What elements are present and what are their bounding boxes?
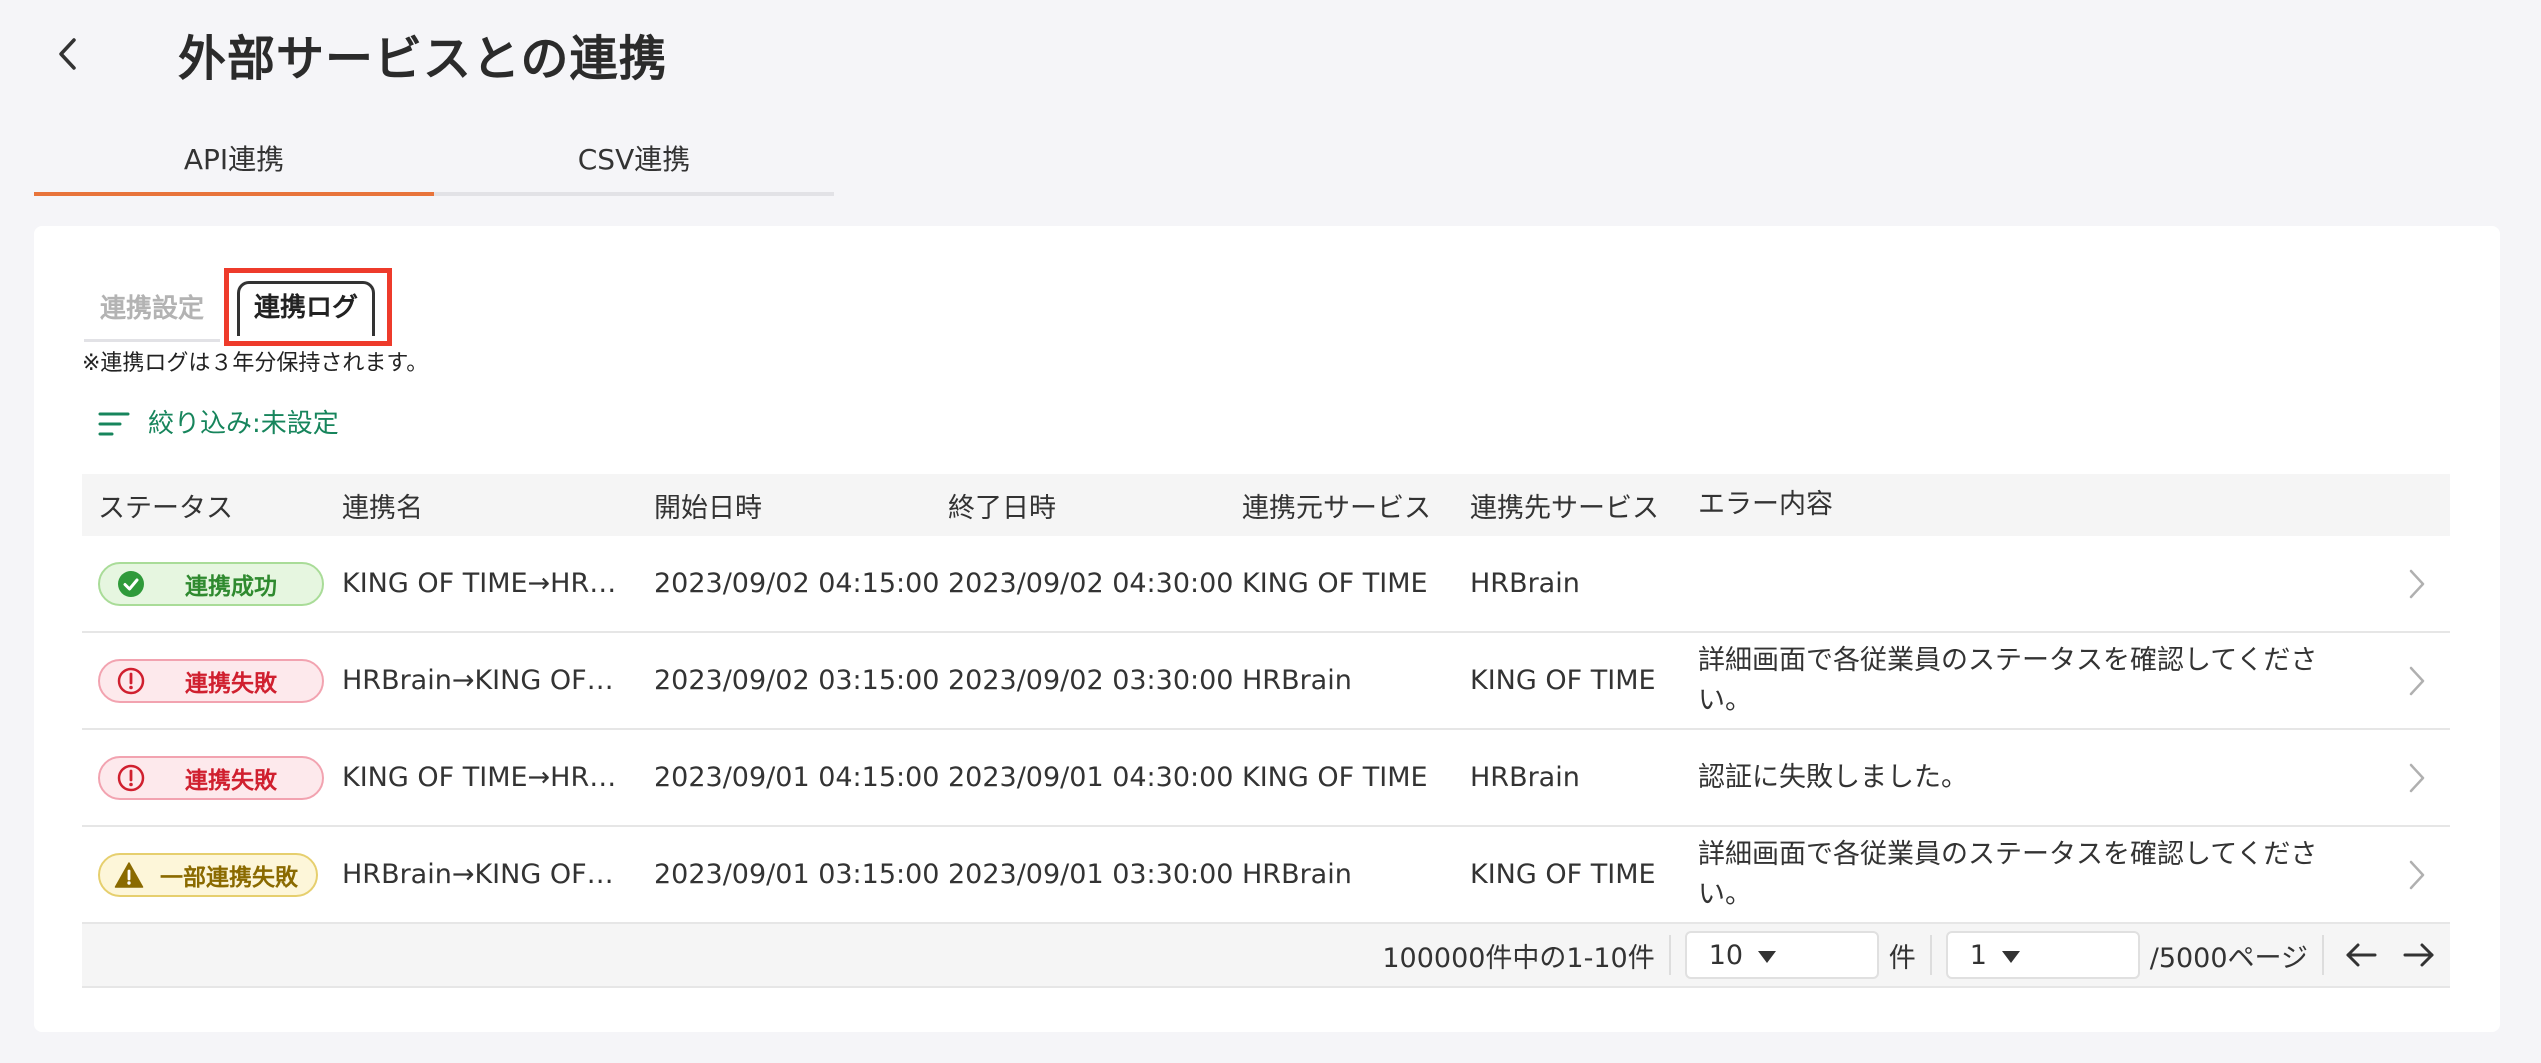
status-badge: 一部連携失敗	[98, 852, 318, 897]
log-table: ステータス 連携名 開始日時 終了日時 連携元サービス 連携先サービス エラー内…	[82, 474, 2450, 988]
col-status: ステータス	[98, 492, 233, 524]
row-start: 2023/09/01 04:15:00	[654, 762, 940, 793]
chevron-right-icon	[2409, 860, 2425, 889]
chevron-right-icon	[2409, 666, 2425, 695]
per-page-select[interactable]: 10	[1684, 931, 1879, 979]
tab-csv[interactable]: CSV連携	[434, 128, 834, 192]
table-row[interactable]: 連携成功 KING OF TIME→HR… 2023/09/02 04:15:0…	[82, 536, 2450, 633]
alert-circle-icon	[116, 666, 146, 696]
col-end: 終了日時	[948, 492, 1056, 524]
sub-tab-settings[interactable]: 連携設定	[84, 289, 221, 342]
tab-api[interactable]: API連携	[34, 128, 434, 196]
main-tab-bar: API連携 CSV連携	[34, 128, 834, 196]
filter-label: 絞り込み:未設定	[148, 409, 339, 439]
pagination-summary: 100000件中の1-10件	[1382, 942, 1655, 974]
page-title: 外部サービスとの連携	[178, 31, 668, 87]
pagination-bar: 100000件中の1-10件 10 件 1 /5000ページ	[82, 924, 2450, 988]
table-header: ステータス 連携名 開始日時 終了日時 連携元サービス 連携先サービス エラー内…	[82, 474, 2450, 536]
row-destination: KING OF TIME	[1470, 665, 1656, 696]
chevron-right-icon	[2409, 763, 2425, 792]
page-total: /5000ページ	[2149, 942, 2308, 974]
caret-down-icon	[2001, 940, 2021, 971]
row-start: 2023/09/01 03:15:00	[654, 859, 940, 890]
col-name: 連携名	[342, 492, 423, 524]
row-source: KING OF TIME	[1242, 568, 1428, 599]
row-end: 2023/09/02 04:30:00	[948, 568, 1234, 599]
row-end: 2023/09/01 04:30:00	[948, 762, 1234, 793]
status-badge: 連携失敗	[98, 755, 324, 800]
row-end: 2023/09/02 03:30:00	[948, 665, 1234, 696]
row-end: 2023/09/01 03:30:00	[948, 859, 1234, 890]
chevron-left-icon	[59, 38, 76, 70]
highlight-box: 連携ログ	[224, 268, 393, 346]
col-destination: 連携先サービス	[1470, 492, 1659, 524]
status-badge: 連携失敗	[98, 658, 324, 703]
arrow-left-icon	[2346, 943, 2377, 967]
alert-circle-icon	[116, 763, 146, 793]
row-name: KING OF TIME→HR…	[342, 762, 617, 793]
filter-button[interactable]: 絞り込み:未設定	[98, 406, 339, 442]
row-name: KING OF TIME→HR…	[342, 568, 617, 599]
table-row[interactable]: 一部連携失敗 HRBrain→KING OF… 2023/09/01 03:15…	[82, 827, 2450, 924]
page-select[interactable]: 1	[1945, 931, 2140, 979]
check-circle-icon	[116, 569, 146, 599]
next-page-button[interactable]	[2396, 932, 2442, 978]
filter-icon	[98, 412, 130, 436]
table-row[interactable]: 連携失敗 KING OF TIME→HR… 2023/09/01 04:15:0…	[82, 730, 2450, 827]
caret-down-icon	[1757, 940, 1777, 971]
per-page-unit: 件	[1888, 942, 1916, 974]
row-destination: HRBrain	[1470, 568, 1580, 599]
row-source: HRBrain	[1242, 859, 1352, 890]
row-error: 認証に失敗しました。	[1698, 761, 1968, 793]
row-start: 2023/09/02 04:15:00	[654, 568, 940, 599]
row-name: HRBrain→KING OF…	[342, 859, 614, 890]
col-start: 開始日時	[654, 492, 762, 524]
row-source: KING OF TIME	[1242, 762, 1428, 793]
row-destination: HRBrain	[1470, 762, 1580, 793]
row-error: 詳細画面で各従業員のステータスを確認してください。	[1698, 644, 2318, 716]
sub-tab-bar: 連携設定 連携ログ	[84, 268, 393, 346]
chevron-right-icon	[2409, 569, 2425, 598]
arrow-right-icon	[2403, 943, 2434, 967]
retention-note: ※連携ログは３年分保持されます。	[82, 351, 429, 376]
col-source: 連携元サービス	[1242, 492, 1431, 524]
row-source: HRBrain	[1242, 665, 1352, 696]
back-button[interactable]	[48, 34, 88, 74]
col-error: エラー内容	[1698, 489, 1833, 520]
content-card: 連携設定 連携ログ ※連携ログは３年分保持されます。 絞り込み:未設定 ステータ…	[34, 226, 2500, 1032]
table-row[interactable]: 連携失敗 HRBrain→KING OF… 2023/09/02 03:15:0…	[82, 633, 2450, 730]
row-start: 2023/09/02 03:15:00	[654, 665, 940, 696]
prev-page-button[interactable]	[2338, 932, 2384, 978]
row-destination: KING OF TIME	[1470, 859, 1656, 890]
row-error: 詳細画面で各従業員のステータスを確認してください。	[1698, 838, 2318, 910]
status-badge: 連携成功	[98, 561, 324, 606]
row-name: HRBrain→KING OF…	[342, 665, 614, 696]
warning-icon	[114, 860, 144, 890]
sub-tab-log[interactable]: 連携ログ	[237, 281, 376, 336]
